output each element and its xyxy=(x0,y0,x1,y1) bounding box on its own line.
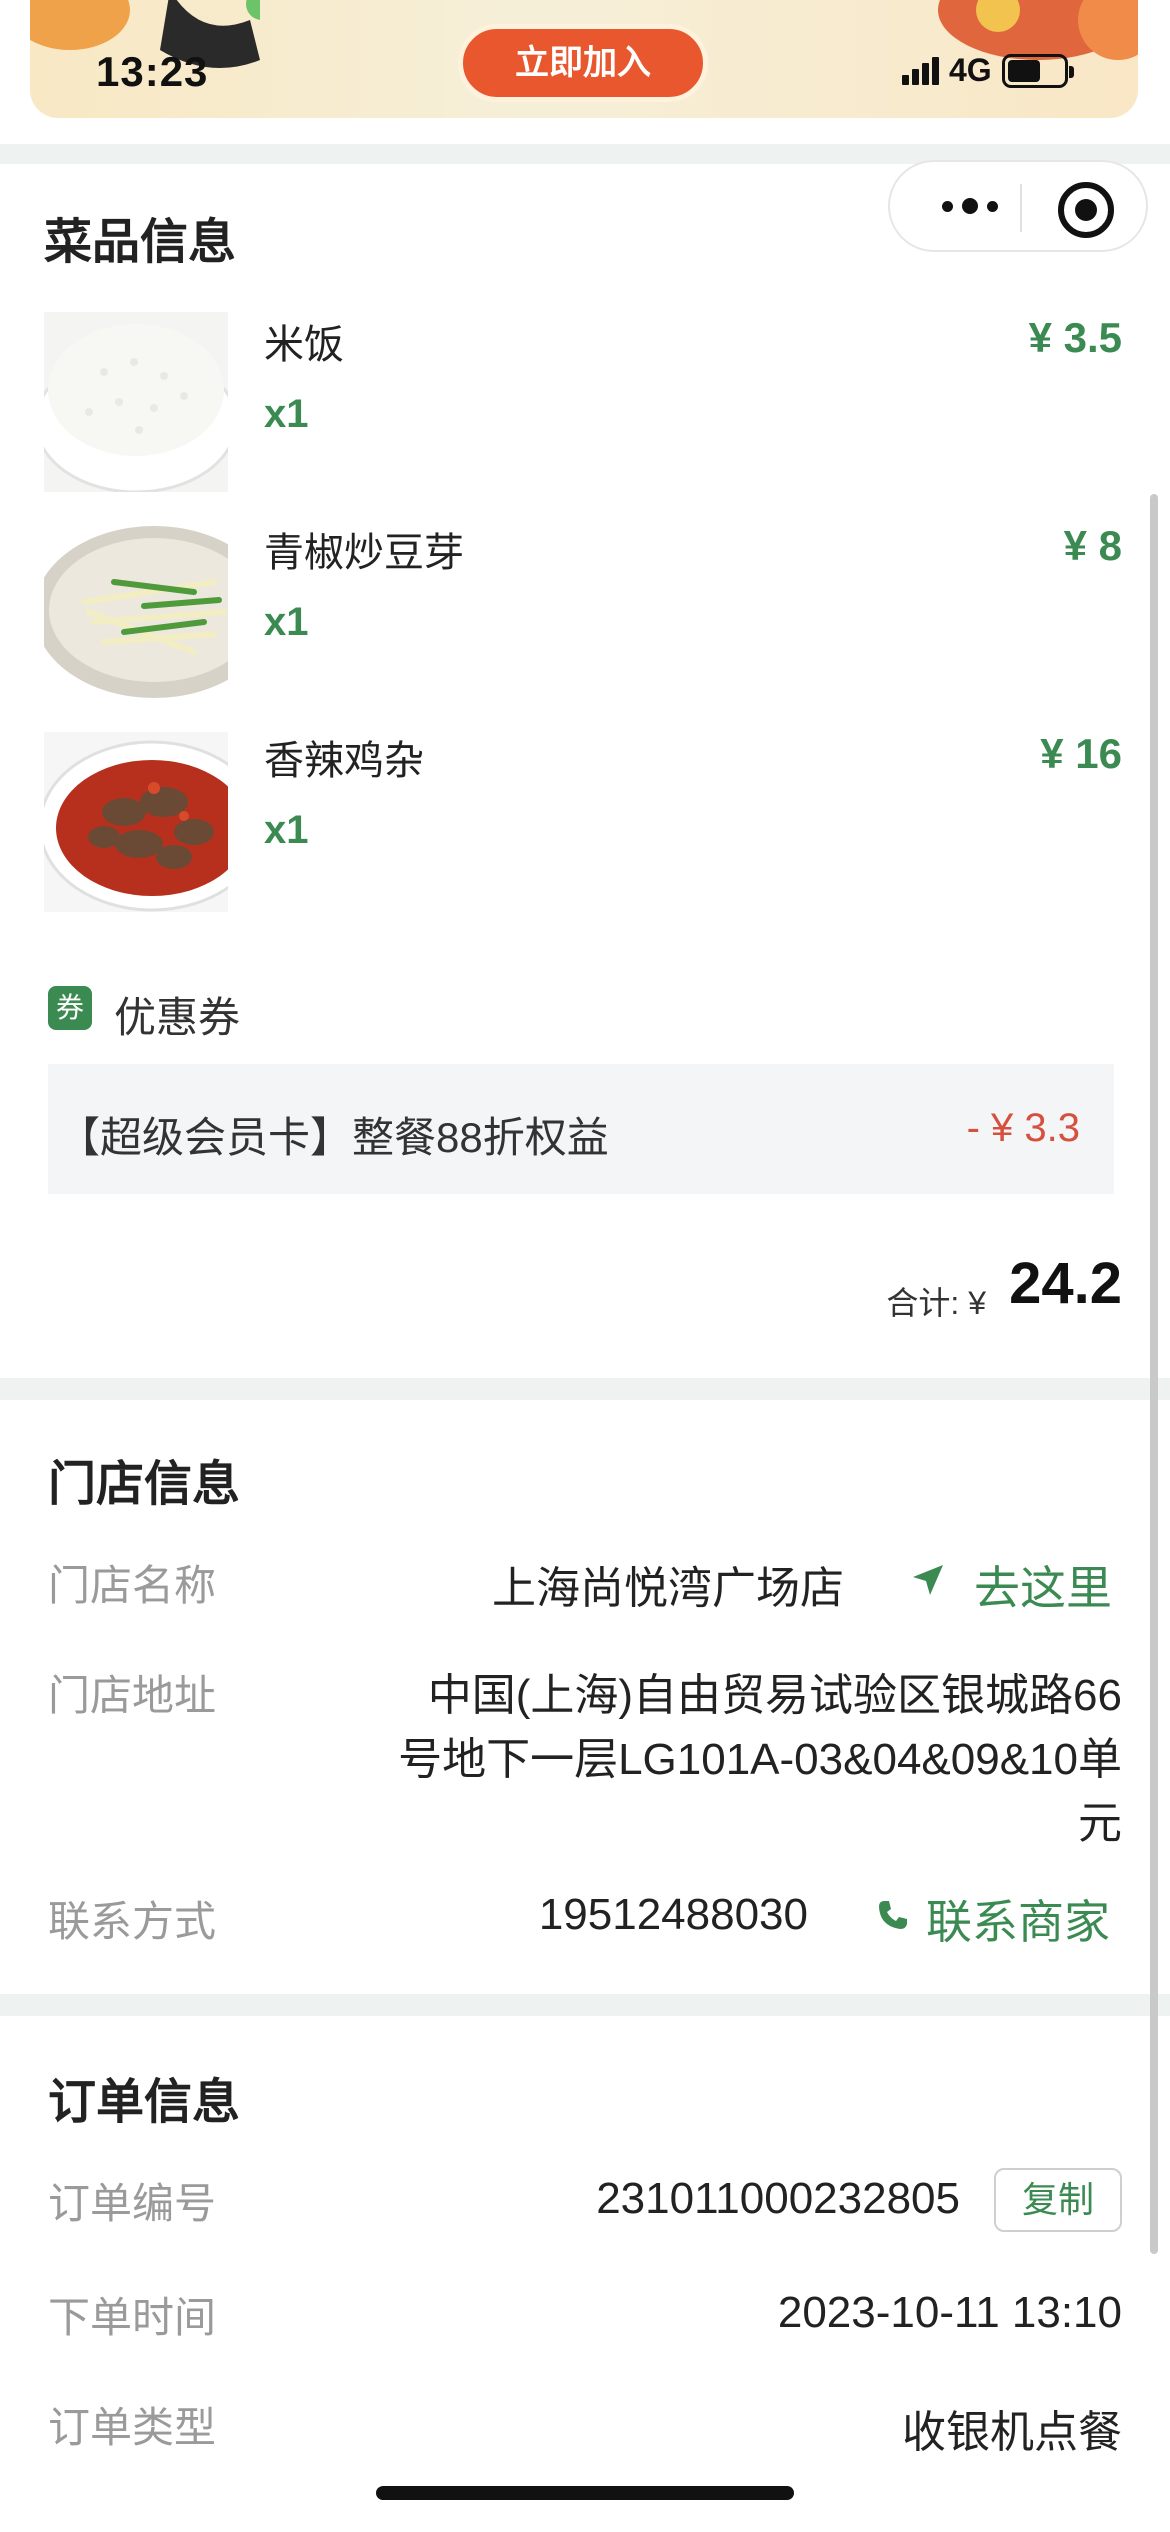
order-type-value: 收银机点餐 xyxy=(902,2408,1122,2457)
scrollbar[interactable] xyxy=(1150,494,1158,2254)
store-name-label: 门店名称 xyxy=(48,1562,217,1609)
coupon-amount: - ¥ 3.3 xyxy=(966,1106,1080,1150)
target-icon[interactable] xyxy=(1058,182,1114,238)
network-type: 4G xyxy=(949,52,992,88)
battery-icon xyxy=(1001,53,1074,88)
coupon-label: 优惠券 xyxy=(114,994,241,1041)
more-dots-icon[interactable] xyxy=(930,186,1010,226)
join-now-button[interactable]: 立即加入 xyxy=(458,24,708,102)
dish-name: 香辣鸡杂 xyxy=(264,739,424,783)
home-indicator[interactable] xyxy=(376,2486,794,2500)
order-number-value: 231011000232805 xyxy=(596,2174,960,2223)
address-line: 号地下一层LG101A-03&04&09&10单 xyxy=(398,1735,1122,1784)
dish-quantity: x1 xyxy=(264,392,309,436)
order-time-value: 2023-10-11 13:10 xyxy=(777,2288,1122,2337)
store-address-label: 门店地址 xyxy=(48,1672,217,1719)
address-line: 中国(上海)自由贸易试验区银城路66 xyxy=(427,1671,1122,1720)
coupon-name: 【超级会员卡】整餐88折权益 xyxy=(58,1114,609,1161)
dish-name: 米饭 xyxy=(264,323,344,367)
total-label: 合计: ¥ xyxy=(886,1285,986,1321)
dish-quantity: x1 xyxy=(264,808,309,852)
signal-icon xyxy=(902,56,939,85)
store-address-value: 中国(上海)自由贸易试验区银城路66 号地下一层LG101A-03&04&09&… xyxy=(398,1664,1122,1856)
contact-label: 联系方式 xyxy=(48,1898,217,1945)
dish-name: 青椒炒豆芽 xyxy=(264,531,464,575)
dish-price: ¥ 16 xyxy=(1040,730,1122,777)
status-indicators: 4G xyxy=(902,52,1074,89)
navigate-arrow-icon[interactable] xyxy=(910,1562,946,1598)
order-type-label: 订单类型 xyxy=(48,2404,217,2451)
capsule-divider xyxy=(1020,184,1022,232)
total-value: 24.2 xyxy=(1009,1251,1122,1316)
order-number-label: 订单编号 xyxy=(48,2180,217,2227)
contact-phone: 19512488030 xyxy=(538,1890,808,1939)
copy-button[interactable]: 复制 xyxy=(994,2168,1122,2232)
store-section-title: 门店信息 xyxy=(48,1458,241,1511)
order-section-title: 订单信息 xyxy=(48,2076,241,2129)
dish-image-bean-sprouts xyxy=(44,522,228,702)
miniprogram-capsule xyxy=(888,160,1148,252)
status-time: 13:23 xyxy=(96,48,209,95)
contact-merchant-button[interactable]: 联系商家 xyxy=(926,1886,1110,1952)
section-divider xyxy=(0,1378,1170,1400)
dish-image-rice xyxy=(44,312,228,492)
dish-image-spicy-chicken xyxy=(44,732,228,912)
store-name-value: 上海尚悦湾广场店 xyxy=(492,1564,844,1613)
dish-price: ¥ 8 xyxy=(1063,522,1122,569)
section-divider xyxy=(0,1994,1170,2016)
order-time-label: 下单时间 xyxy=(48,2294,217,2341)
coupon-badge: 券 xyxy=(48,986,92,1030)
navigate-button[interactable]: 去这里 xyxy=(974,1552,1112,1618)
phone-icon[interactable] xyxy=(876,1898,910,1932)
dish-price: ¥ 3.5 xyxy=(1028,314,1122,361)
dish-quantity: x1 xyxy=(264,600,309,644)
dishes-section-title: 菜品信息 xyxy=(44,216,237,269)
address-line: 元 xyxy=(1078,1799,1122,1848)
